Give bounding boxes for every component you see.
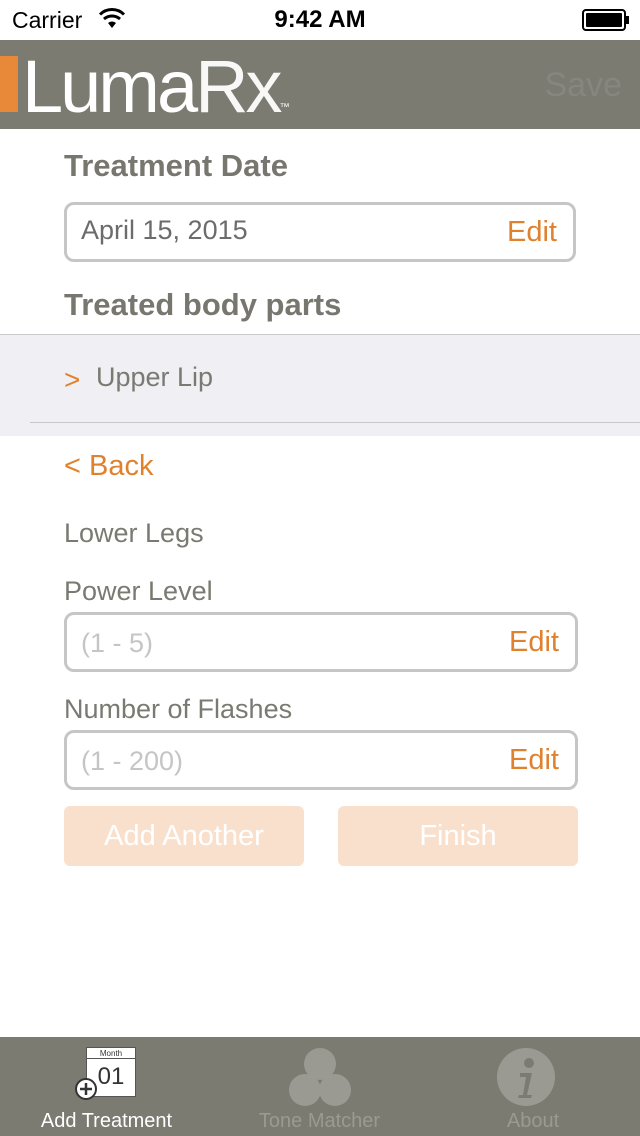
tab-tone-matcher[interactable]: Tone Matcher — [213, 1037, 426, 1136]
lumarx-logo: LumaRx™ — [22, 45, 290, 128]
tab-tone-matcher-label: Tone Matcher — [258, 1110, 381, 1132]
treatment-date-title: Treatment Date — [64, 148, 288, 183]
number-of-flashes-field[interactable]: (1 - 200) Edit — [64, 730, 578, 790]
clock: 9:42 AM — [274, 6, 366, 33]
save-button[interactable]: Save — [545, 66, 623, 105]
power-level-label: Power Level — [64, 576, 213, 606]
power-level-field[interactable]: (1 - 5) Edit — [64, 612, 578, 672]
body-parts-list: > Upper Lip — [0, 334, 640, 436]
tab-add-treatment-label: Add Treatment — [40, 1110, 173, 1132]
info-icon — [497, 1048, 555, 1106]
battery-icon — [582, 9, 629, 31]
back-button[interactable]: < Back — [64, 450, 153, 483]
treatment-date-value: April 15, 2015 — [81, 215, 248, 245]
selected-body-part: Lower Legs — [64, 518, 204, 548]
body-part-label: Upper Lip — [96, 362, 214, 392]
tab-about[interactable]: About — [426, 1037, 640, 1136]
nav-bar: LumaRx™ Save — [0, 40, 640, 129]
power-level-placeholder: (1 - 5) — [81, 628, 154, 658]
logo-accent-bar — [0, 56, 18, 112]
number-of-flashes-edit-button[interactable]: Edit — [509, 744, 559, 777]
calendar-add-icon: Month 01 — [75, 1047, 136, 1100]
treated-body-parts-title: Treated body parts — [64, 287, 342, 322]
add-another-button[interactable]: Add Another — [64, 806, 304, 866]
tab-about-label: About — [506, 1110, 560, 1132]
treatment-date-edit-button[interactable]: Edit — [507, 216, 557, 249]
tone-circles-icon — [289, 1048, 351, 1106]
status-bar: Carrier 9:42 AM — [0, 0, 640, 40]
tab-bar: Month 01 Add Treatment Tone Matcher Abou… — [0, 1037, 640, 1136]
tab-add-treatment[interactable]: Month 01 Add Treatment — [0, 1037, 213, 1136]
list-item[interactable]: > Upper Lip — [0, 335, 640, 422]
power-level-edit-button[interactable]: Edit — [509, 626, 559, 659]
plus-circle-icon — [75, 1078, 97, 1100]
number-of-flashes-label: Number of Flashes — [64, 694, 293, 724]
treatment-date-field[interactable]: April 15, 2015 Edit — [64, 202, 576, 262]
finish-button[interactable]: Finish — [338, 806, 578, 866]
divider — [30, 422, 640, 423]
chevron-right-icon: > — [64, 364, 81, 395]
number-of-flashes-placeholder: (1 - 200) — [81, 746, 184, 776]
